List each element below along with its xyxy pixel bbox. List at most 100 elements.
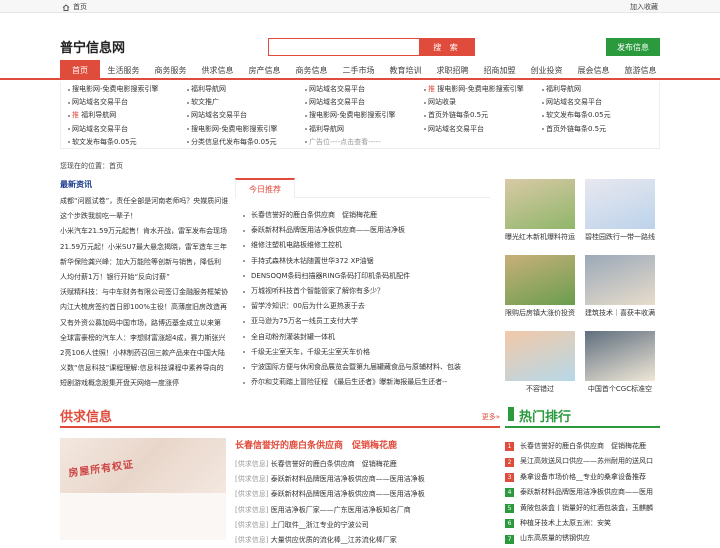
supply-item[interactable]: [供求信息] 泰跃新材料品牌医用洁净板供应商——医用洁净板 — [235, 472, 500, 487]
tab-today-recommend[interactable]: 今日推荐 — [235, 178, 295, 198]
news-item[interactable]: 成都“问题试卷”，责任全部是河南老师吗？央媒质问谁 — [60, 194, 230, 209]
nav-item[interactable]: 招商加盟 — [476, 60, 523, 80]
photo-card[interactable]: 限购后房镇大涨价投资 — [505, 255, 575, 318]
nav-item[interactable]: 求职招聘 — [429, 60, 476, 80]
nav-item-home[interactable]: 首页 — [60, 60, 100, 80]
photo-caption: 曝光红木新机爆料符运 — [505, 233, 575, 241]
news-item[interactable]: 又有外资公募加码中国市场，路博迈基金成立以来第 — [60, 316, 230, 331]
link-item[interactable]: 网站域名交易平台 — [67, 123, 159, 136]
recommend-item[interactable]: 亚马逊为75万名一线员工支付大学 — [235, 314, 490, 329]
rank-number-badge: 6 — [505, 519, 514, 529]
link-item[interactable]: 网站域名交易平台 — [304, 96, 396, 109]
nav-item[interactable]: 二手市场 — [335, 60, 382, 80]
nav-item[interactable]: 房产信息 — [241, 60, 288, 80]
photo-card[interactable]: 建筑技术｜喜获丰收满 — [585, 255, 655, 318]
nav-item[interactable]: 旅游信息 — [617, 60, 664, 80]
recommend-item[interactable]: 手持式森林快木钻随置世华372 XP油锯 — [235, 254, 490, 269]
news-item[interactable]: 内江大梳房签约首日即100%主役！高薄度旧房改造再 — [60, 300, 230, 315]
supply-feature-image[interactable]: 房屋所有权证 — [60, 438, 226, 540]
photo-card[interactable]: 碧桂园跌行一带一路线 — [585, 179, 655, 242]
link-item[interactable]: 网站域名交易平台 — [186, 109, 278, 122]
hot-rank-item[interactable]: 6 种植牙技术上太原五洲：安笑 — [505, 516, 660, 531]
nav-item[interactable]: 商务服务 — [147, 60, 194, 80]
link-item[interactable]: 软文发布每条0.05元 — [67, 136, 159, 149]
supply-headline[interactable]: 长春信誉好的鹿白条供应商 促销梅花鹿 — [235, 438, 500, 451]
nav-item[interactable]: 教育培训 — [382, 60, 429, 80]
news-item[interactable]: 沃赋精科技：与中车财务有限公司签订金融服务框架协 — [60, 285, 230, 300]
ad-slot[interactable]: 广告位----点击查看----- — [304, 136, 396, 149]
link-item[interactable]: 搜电影网-免费电影搜索引擎 — [67, 83, 159, 96]
photo-thumbnail — [505, 331, 575, 381]
bullet-icon — [243, 305, 245, 308]
supply-item[interactable]: [供求信息] 上门取件__浙江专业的宁波公司 — [235, 518, 500, 533]
link-item[interactable]: 网站域名交易平台 — [541, 96, 611, 109]
recommend-item[interactable]: 维修注塑机电路板维修工控机 — [235, 238, 490, 253]
home-link[interactable]: 首页 — [62, 2, 87, 12]
recommend-item[interactable]: 全自动粉剂灌装封罐一体机 — [235, 330, 490, 345]
recommend-item[interactable]: 留学冷知识：00后为什么更热衷于去 — [235, 299, 490, 314]
site-logo[interactable]: 普宁信息网 — [60, 37, 125, 56]
news-item[interactable]: 21.59万元起！小米SU7最大悬念揭晓，雷军造车三年 — [60, 240, 230, 255]
recommend-item[interactable]: 乔尔和艾莉踏上冒险征程 《最后生还者》曝新海报最后生还者-- — [235, 375, 490, 390]
link-item[interactable]: 分类信息代发布每条0.05元 — [186, 136, 278, 149]
supply-category: [供求信息] — [235, 475, 269, 484]
link-item[interactable]: 福利导航网 — [186, 83, 278, 96]
link-item[interactable]: 软文推广 — [186, 96, 278, 109]
recommend-item[interactable]: 长春信誉好的鹿白条供应商 促销梅花鹿 — [235, 208, 490, 223]
link-item[interactable]: 首页外链每条0.5元 — [423, 109, 524, 122]
search-input[interactable] — [268, 38, 419, 56]
supply-item[interactable]: [供求信息] 泰跃新材料品牌医用洁净板供应商——医用洁净板 — [235, 487, 500, 502]
news-item[interactable]: 全球富豪榜的汽车人：李想财富涨超4成，赛力斯张兴 — [60, 331, 230, 346]
supply-item[interactable]: [供求信息] 长春信誉好的鹿白条供应商 促销梅花鹿 — [235, 457, 500, 472]
news-item[interactable]: 新华保险龚兴峰：加大万能险等创新与销售，降低利 — [60, 255, 230, 270]
recommend-item[interactable]: 泰跃新材料品牌医用洁净板供应商——医用洁净板 — [235, 223, 490, 238]
add-favorite-link[interactable]: 加入收藏 — [630, 2, 658, 12]
news-item[interactable]: 人均付薪1万！银行开始“反向讨薪” — [60, 270, 230, 285]
link-item[interactable]: 推 搜电影网-免费电影搜索引擎 — [423, 83, 524, 96]
photo-card[interactable]: 中国首个CGC标准空 — [585, 331, 655, 394]
links-column-2: 福利导航网 软文推广 网站域名交易平台 搜电影网-免费电影搜索引擎 分类信息代发… — [186, 83, 278, 149]
link-item[interactable]: 福利导航网 — [541, 83, 611, 96]
nav-item[interactable]: 生活服务 — [100, 60, 147, 80]
hot-rank-item[interactable]: 2 吴江高效送风口供应——苏州耐用的送风口 — [505, 454, 660, 469]
news-item[interactable]: 2亮106人佳照！小林制药召回三款产品来在中国大陆 — [60, 346, 230, 361]
search-button[interactable]: 搜 索 — [419, 38, 475, 56]
hot-rank-item[interactable]: 1 长春信誉好的鹿白条供应商 促销梅花鹿 — [505, 439, 660, 454]
supply-title: 供求信息 — [60, 410, 113, 425]
publish-button[interactable]: 发布信息 — [606, 38, 660, 56]
recommend-item-text: 长春信誉好的鹿白条供应商 促销梅花鹿 — [251, 211, 377, 219]
link-item[interactable]: 搜电影网-免费电影搜索引擎 — [186, 123, 278, 136]
bullet-icon — [243, 366, 245, 369]
link-item[interactable]: 网站域名交易平台 — [304, 83, 396, 96]
hot-rank-item[interactable]: 4 泰跃新材料品牌医用洁净板供应商——医用 — [505, 485, 660, 500]
news-item[interactable]: 义数“信息科技”课程理解:信息科技课程中素养导向的 — [60, 361, 230, 376]
hot-ranking-section: 热门排行 1 长春信誉好的鹿白条供应商 促销梅花鹿 2 吴江高效送风口供应——苏州耐用… — [505, 402, 660, 547]
more-link[interactable]: 更多» — [482, 412, 500, 422]
link-item[interactable]: 推 福利导航网 — [67, 109, 159, 122]
recommend-item[interactable]: 千级无尘室天车，千级无尘室天车价格 — [235, 345, 490, 360]
recommend-item[interactable]: 万城视听科技首个智能管家了解你有多少？ — [235, 284, 490, 299]
link-item[interactable]: 首页外链每条0.5元 — [541, 123, 611, 136]
nav-item[interactable]: 供求信息 — [194, 60, 241, 80]
hot-rank-item[interactable]: 3 桑拿设备市场价格__专业的桑拿设备推荐 — [505, 470, 660, 485]
supply-item[interactable]: [供求信息] 医用洁净板厂家——广东医用洁净板知名厂商 — [235, 503, 500, 518]
recommend-item[interactable]: DENSOQM条码扫描器RING条码打印机条码机配件 — [235, 269, 490, 284]
link-item[interactable]: 福利导航网 — [304, 123, 396, 136]
link-item[interactable]: 网站收录 — [423, 96, 524, 109]
link-item[interactable]: 网站域名交易平台 — [67, 96, 159, 109]
news-item[interactable]: 小米汽车21.59万元起售！肯水开战，雷军发布会现场 — [60, 224, 230, 239]
photo-card[interactable]: 不容错过 — [505, 331, 575, 394]
link-item[interactable]: 搜电影网-免费电影搜索引擎 — [304, 109, 396, 122]
link-item[interactable]: 网站域名交易平台 — [423, 123, 524, 136]
recommend-item[interactable]: 宁波国际方便与休闲食品展览会暨第九届罐藏食品与原辅材料、包装 — [235, 360, 490, 375]
supply-item[interactable]: [供求信息] 大量供应优质的流化棒__江苏流化棒厂家 — [235, 533, 500, 548]
news-item[interactable]: 这个步跌我前吃一辈子！ — [60, 209, 230, 224]
nav-item[interactable]: 展会信息 — [570, 60, 617, 80]
news-item[interactable]: 短剧游戏概念股集开盘天网络一度涨停 — [60, 376, 230, 391]
hot-rank-item[interactable]: 7 山东高质量的锈钢供应 — [505, 531, 660, 546]
nav-item[interactable]: 创业投资 — [523, 60, 570, 80]
nav-item[interactable]: 商务信息 — [288, 60, 335, 80]
hot-rank-item[interactable]: 5 黄陂包装盒丨销量好的红酒包装盒，玉麒麟 — [505, 501, 660, 516]
photo-card[interactable]: 曝光红木新机爆料符运 — [505, 179, 575, 242]
link-item[interactable]: 软文发布每条0.05元 — [541, 109, 611, 122]
